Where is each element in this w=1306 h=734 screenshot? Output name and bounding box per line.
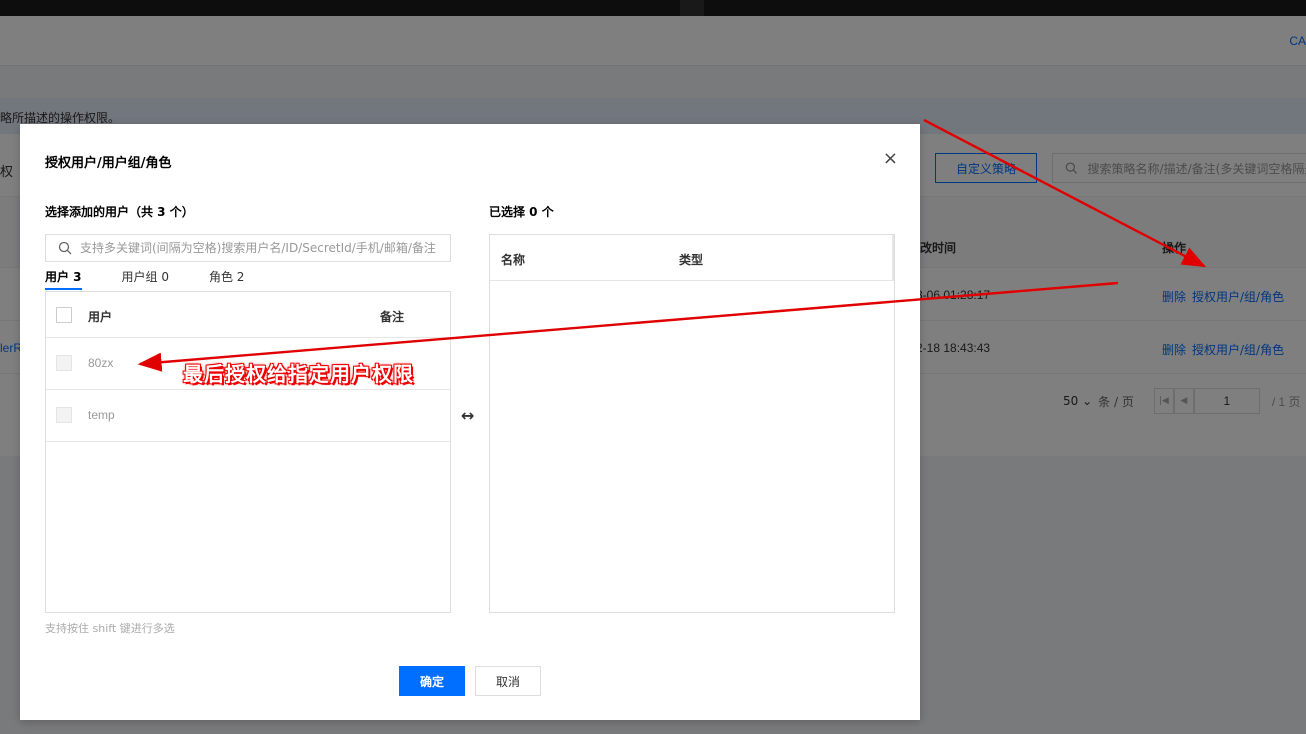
principal-type-tabs: 用户 3 用户组 0 角色 2 xyxy=(45,264,284,290)
col-user: 用户 xyxy=(88,310,113,324)
user-list-panel: 用户 备注 80zx temp xyxy=(45,291,451,613)
user-name: 80zx xyxy=(88,356,114,370)
tab-user-groups[interactable]: 用户组 0 xyxy=(122,264,169,290)
transfer-arrows-icon: ↔ xyxy=(461,406,475,425)
search-icon xyxy=(58,241,72,255)
selected-list-header: 名称 类型 xyxy=(490,235,894,281)
col-name: 名称 xyxy=(501,253,526,267)
dialog-title: 授权用户/用户组/角色 xyxy=(45,156,172,171)
close-icon[interactable]: × xyxy=(883,148,898,170)
cancel-button[interactable]: 取消 xyxy=(475,666,541,696)
left-panel-title: 选择添加的用户（共 3 个） xyxy=(45,205,194,219)
user-search-field[interactable] xyxy=(45,234,451,262)
col-type: 类型 xyxy=(679,253,704,267)
col-note: 备注 xyxy=(380,310,405,324)
select-all-checkbox[interactable] xyxy=(56,307,72,323)
right-panel-title: 已选择 0 个 xyxy=(489,205,554,219)
authorize-dialog: 授权用户/用户组/角色 × 选择添加的用户（共 3 个） 已选择 0 个 用户 … xyxy=(20,124,920,720)
user-list-header: 用户 备注 xyxy=(46,292,450,338)
multi-select-hint: 支持按住 shift 键进行多选 xyxy=(45,622,175,635)
user-search-input[interactable] xyxy=(80,241,440,255)
list-item[interactable]: temp xyxy=(46,390,450,442)
selected-list-panel: 名称 类型 xyxy=(489,234,895,613)
confirm-button[interactable]: 确定 xyxy=(399,666,465,696)
user-name: temp xyxy=(88,408,115,422)
annotation-label: 最后授权给指定用户权限 xyxy=(183,362,414,386)
tab-roles[interactable]: 角色 2 xyxy=(209,264,244,290)
user-checkbox[interactable] xyxy=(56,355,72,371)
tab-users[interactable]: 用户 3 xyxy=(45,264,82,290)
header-scroll-edge xyxy=(892,235,894,281)
user-checkbox[interactable] xyxy=(56,407,72,423)
